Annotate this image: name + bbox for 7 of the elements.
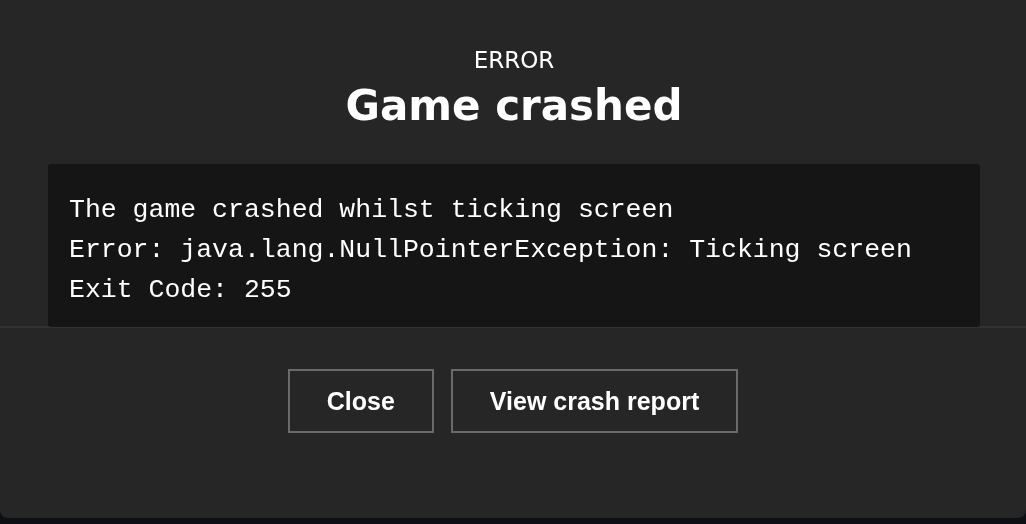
log-line: The game crashed whilst ticking screen [69,194,675,227]
view-report-button[interactable]: View crash report [450,369,739,433]
log-line: Error: java.lang.NullPointerException: Ticking screen [69,234,913,267]
dialog-eyebrow: ERROR [473,46,555,75]
close-button[interactable]: Close [287,369,434,433]
dialog-title: Game crashed [345,80,683,132]
log-line: Exit Code: 255 [69,274,293,307]
